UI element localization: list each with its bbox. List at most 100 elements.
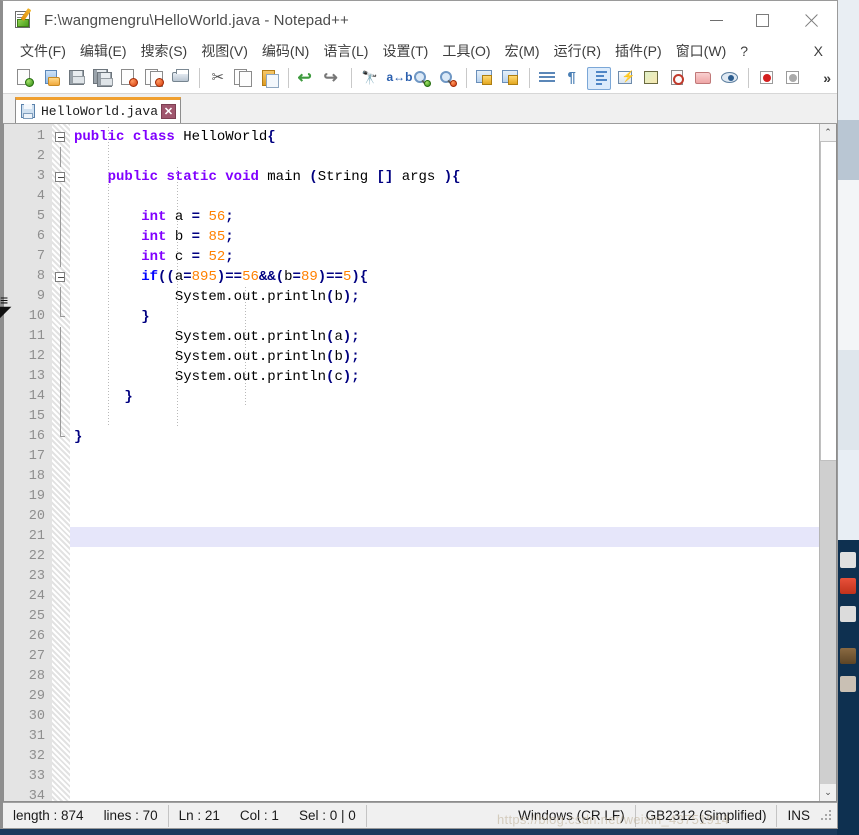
save-all-icon[interactable]: [90, 67, 114, 90]
menu-item-search[interactable]: 搜索(S): [134, 39, 195, 63]
code-line[interactable]: int a = 56;: [70, 207, 819, 227]
monitoring-icon[interactable]: [717, 67, 741, 90]
user-defined-language-icon[interactable]: [613, 67, 637, 90]
sync-vertical-scroll-icon[interactable]: [472, 67, 496, 90]
code-line[interactable]: [70, 527, 819, 547]
code-line[interactable]: [70, 767, 819, 787]
code-line[interactable]: int c = 52;: [70, 247, 819, 267]
menu-item-language[interactable]: 语言(L): [316, 39, 375, 63]
code-line[interactable]: [70, 407, 819, 427]
code-line[interactable]: if((a=895)==56&&(b=89)==5){: [70, 267, 819, 287]
sync-horizontal-scroll-icon[interactable]: [498, 67, 522, 90]
zoom-out-icon[interactable]: [435, 67, 459, 90]
redo-icon[interactable]: ↪: [320, 67, 344, 90]
code-text-area[interactable]: public class HelloWorld{ public static v…: [70, 124, 819, 801]
scroll-thumb[interactable]: [820, 141, 836, 461]
code-line[interactable]: [70, 487, 819, 507]
code-line[interactable]: [70, 567, 819, 587]
fold-cell[interactable]: [52, 167, 70, 187]
code-line[interactable]: [70, 547, 819, 567]
code-line[interactable]: System.out.println(c);: [70, 367, 819, 387]
fold-margin[interactable]: [52, 124, 70, 801]
code-line[interactable]: [70, 707, 819, 727]
fold-collapse-icon[interactable]: [55, 132, 65, 142]
toolbar-overflow-button[interactable]: »: [823, 70, 831, 86]
close-document-x[interactable]: X: [814, 39, 823, 63]
paste-icon[interactable]: [257, 67, 281, 90]
status-eol[interactable]: Windows (CR LF): [508, 803, 635, 829]
code-line[interactable]: [70, 787, 819, 801]
word-wrap-icon[interactable]: [535, 67, 559, 90]
code-line[interactable]: [70, 467, 819, 487]
document-map-icon[interactable]: [639, 67, 663, 90]
code-line[interactable]: public static void main (String [] args …: [70, 167, 819, 187]
code-line[interactable]: [70, 687, 819, 707]
fold-collapse-icon[interactable]: [55, 172, 65, 182]
undo-icon[interactable]: ↩: [294, 67, 318, 90]
code-line[interactable]: System.out.println(a);: [70, 327, 819, 347]
menu-item-window[interactable]: 窗口(W): [669, 39, 734, 63]
scroll-up-button[interactable]: ⌃: [820, 124, 836, 141]
new-file-icon[interactable]: [12, 67, 36, 90]
zoom-in-icon[interactable]: [409, 67, 433, 90]
fold-cell[interactable]: [52, 267, 70, 287]
maximize-button[interactable]: [739, 1, 785, 39]
code-line[interactable]: [70, 507, 819, 527]
resize-grip[interactable]: [820, 808, 834, 823]
code-line[interactable]: System.out.println(b);: [70, 347, 819, 367]
cut-icon[interactable]: ✂: [205, 67, 229, 90]
menu-item-macro[interactable]: 宏(M): [498, 39, 547, 63]
code-line[interactable]: [70, 447, 819, 467]
print-icon[interactable]: [168, 67, 192, 90]
menu-item-tools[interactable]: 工具(O): [435, 39, 497, 63]
code-line[interactable]: }: [70, 427, 819, 447]
indent-guideline-icon[interactable]: [587, 66, 611, 90]
fold-cell[interactable]: [52, 127, 70, 147]
tab-close-button[interactable]: ✕: [161, 104, 177, 119]
menu-item-run[interactable]: 运行(R): [547, 39, 608, 63]
status-insert-mode[interactable]: INS: [777, 803, 820, 829]
close-file-icon[interactable]: [116, 67, 140, 90]
title-bar[interactable]: F:\wangmengru\HelloWorld.java - Notepad+…: [3, 1, 837, 39]
menu-item-edit[interactable]: 编辑(E): [73, 39, 134, 63]
taskbar-icon-media[interactable]: [840, 648, 856, 664]
background-window-2[interactable]: [837, 120, 859, 180]
find-icon[interactable]: 🔭: [357, 67, 381, 90]
scroll-down-button[interactable]: ⌄: [820, 784, 836, 801]
code-line[interactable]: System.out.println(b);: [70, 287, 819, 307]
open-file-icon[interactable]: [38, 67, 62, 90]
code-line[interactable]: [70, 667, 819, 687]
folder-as-workspace-icon[interactable]: [691, 67, 715, 90]
taskbar-icon-pdf[interactable]: [840, 578, 856, 594]
code-line[interactable]: }: [70, 387, 819, 407]
code-line[interactable]: [70, 607, 819, 627]
background-window-4[interactable]: [837, 350, 859, 450]
tab-0[interactable]: HelloWorld.java ✕: [15, 97, 182, 123]
code-line[interactable]: [70, 187, 819, 207]
menu-item-settings[interactable]: 设置(T): [375, 39, 435, 63]
menu-item-encoding[interactable]: 编码(N): [255, 39, 316, 63]
code-line[interactable]: [70, 647, 819, 667]
menu-item-file[interactable]: 文件(F): [13, 39, 73, 63]
close-all-files-icon[interactable]: [142, 67, 166, 90]
stop-macro-icon[interactable]: [780, 67, 804, 90]
background-window-1[interactable]: [837, 0, 859, 120]
close-button[interactable]: [785, 1, 837, 39]
menu-item-help[interactable]: ?: [733, 39, 755, 63]
code-line[interactable]: }: [70, 307, 819, 327]
fold-collapse-icon[interactable]: [55, 272, 65, 282]
save-icon[interactable]: [64, 67, 88, 90]
code-line[interactable]: int b = 85;: [70, 227, 819, 247]
code-line[interactable]: [70, 727, 819, 747]
show-all-characters-icon[interactable]: ¶: [561, 67, 585, 90]
code-line[interactable]: [70, 147, 819, 167]
menu-item-plugins[interactable]: 插件(P): [608, 39, 669, 63]
code-line[interactable]: public class HelloWorld{: [70, 127, 819, 147]
hidden-panel-marker[interactable]: ≡ ◤: [0, 293, 11, 318]
copy-icon[interactable]: [231, 67, 255, 90]
background-window-3[interactable]: [837, 180, 859, 350]
function-list-icon[interactable]: [665, 67, 689, 90]
background-window-5[interactable]: [837, 450, 859, 540]
taskbar-icon-notes[interactable]: [840, 606, 856, 622]
code-line[interactable]: [70, 627, 819, 647]
